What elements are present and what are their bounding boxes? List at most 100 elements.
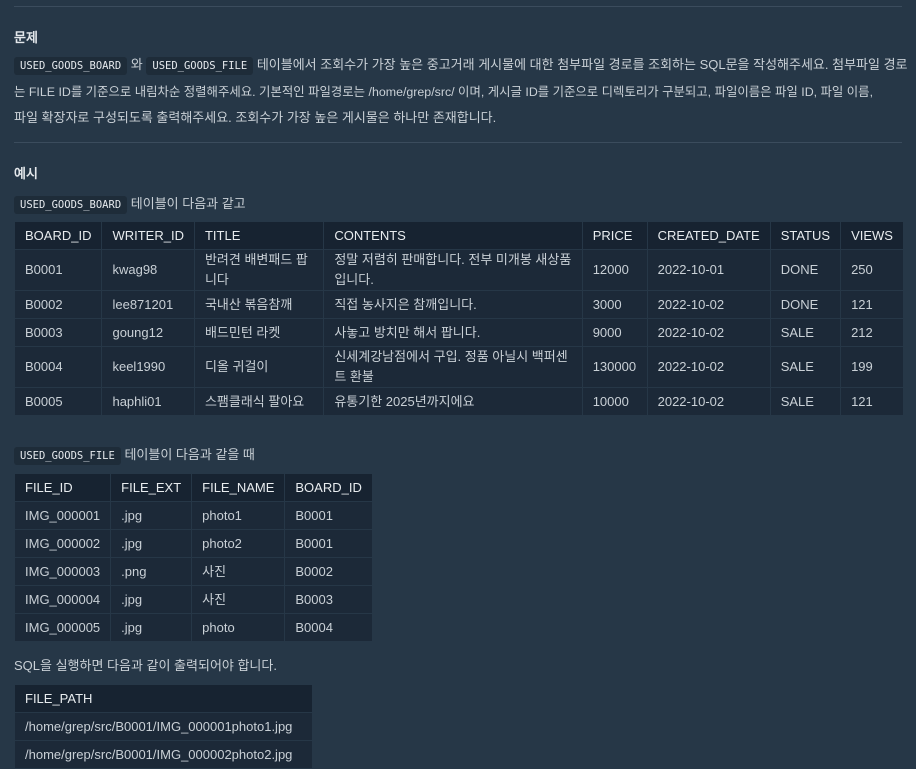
table-cell: 직접 농사지은 참깨입니다. [323,290,583,319]
table-row: IMG_000005 .jpg photo B0004 [13,613,373,642]
and-word: 와 [130,57,143,72]
table-cell: /home/grep/src/B0001/IMG_000001photo1.jp… [14,712,313,741]
table-cell: 130000 [581,346,648,388]
problem-description: USED_GOODS_BOARD 와 USED_GOODS_FILE 테이블에서… [14,52,908,131]
table-cell: 2022-10-01 [646,249,771,291]
table-cell: 121 [840,290,904,319]
table-cell: 10000 [581,387,648,416]
table-cell: 12000 [581,249,648,291]
board-col-header: TITLE [193,221,325,250]
table-cell: 2022-10-02 [646,387,771,416]
board-table-intro: USED_GOODS_BOARD 테이블이 다음과 같고 [14,193,246,214]
table-cell: photo1 [191,501,286,530]
problem-heading: 문제 [14,30,38,45]
table-row: IMG_000004 .jpg 사진 B0003 [13,585,373,614]
board-col-header: CONTENTS [323,221,583,250]
example-heading: 예시 [14,166,38,181]
board-col-header: PRICE [581,221,648,250]
board-col-header: STATUS [769,221,842,250]
table-cell: .jpg [110,501,193,530]
table-row: B0005 haphli01 스팸클래식 팔아요 유통기한 2025년까지에요 … [13,387,904,416]
table-cell: 디올 귀걸이 [193,346,325,388]
table-cell: 국내산 볶음참깨 [193,290,325,319]
table-cell: 스팸클래식 팔아요 [193,387,325,416]
table-name-file-code: USED_GOODS_FILE [146,57,254,75]
board-col-header: WRITER_ID [101,221,195,250]
table-cell: /home/grep/src/B0001/IMG_000002photo2.jp… [14,740,313,769]
table-cell: .png [110,557,193,586]
file-col-header: FILE_EXT [110,473,193,502]
table-cell: B0004 [284,613,373,642]
description-text-1: 테이블에서 조회수가 가장 높은 중고거래 게시물에 대한 첨부파일 경로를 조… [256,57,908,72]
table-cell: 2022-10-02 [646,318,771,347]
file-table: FILE_ID FILE_EXT FILE_NAME BOARD_ID IMG_… [13,473,373,642]
table-cell: .jpg [110,613,193,642]
file-intro-text: 테이블이 다음과 같을 때 [124,447,255,462]
table-cell: B0005 [13,387,103,416]
board-col-header: VIEWS [840,221,904,250]
table-cell: 2022-10-02 [646,346,771,388]
table-cell: B0003 [13,318,103,347]
board-col-header: BOARD_ID [13,221,103,250]
table-cell: B0002 [13,290,103,319]
table-row: IMG_000002 .jpg photo2 B0001 [13,529,373,558]
table-cell: SALE [769,318,842,347]
table-cell: DONE [769,290,842,319]
description-line-3: 파일 확장자로 구성되도록 출력해주세요. 조회수가 가장 높은 게시물은 하나… [14,110,497,125]
table-row: B0001 kwag98 반려견 배변패드 팝니다 정말 저렴히 판매합니다. … [13,249,904,291]
table-cell: photo [191,613,286,642]
section-divider [14,142,902,143]
table-cell: 유통기한 2025년까지에요 [323,387,583,416]
table-cell: 199 [840,346,904,388]
top-divider [14,6,902,7]
table-cell: IMG_000004 [13,585,112,614]
table-row: /home/grep/src/B0001/IMG_000001photo1.jp… [14,712,313,741]
file-table-intro: USED_GOODS_FILE 테이블이 다음과 같을 때 [14,444,255,465]
table-row: /home/grep/src/B0001/IMG_000002photo2.jp… [14,740,313,769]
file-table-header-row: FILE_ID FILE_EXT FILE_NAME BOARD_ID [13,473,373,502]
table-cell: IMG_000002 [13,529,112,558]
description-line-2: 는 FILE ID를 기준으로 내림차순 정렬해주세요. 기본적인 파일경로는 … [14,85,874,99]
table-row: B0003 goung12 배드민턴 라켓 사놓고 방치만 해서 팝니다. 90… [13,318,904,347]
table-cell: B0001 [284,501,373,530]
file-col-header: BOARD_ID [284,473,373,502]
result-col-header: FILE_PATH [14,684,313,713]
description-line-1: USED_GOODS_BOARD 와 USED_GOODS_FILE 테이블에서… [14,52,908,79]
table-cell: B0001 [13,249,103,291]
board-intro-code: USED_GOODS_BOARD [14,196,128,214]
table-cell: 212 [840,318,904,347]
result-table: FILE_PATH /home/grep/src/B0001/IMG_00000… [14,684,313,769]
table-cell: lee871201 [101,290,195,319]
table-cell: .jpg [110,529,193,558]
table-row: B0004 keel1990 디올 귀걸이 신세계강남점에서 구입. 정품 아닐… [13,346,904,388]
file-intro-code: USED_GOODS_FILE [14,447,121,465]
table-cell: 9000 [581,318,648,347]
table-cell: .jpg [110,585,193,614]
table-cell: 2022-10-02 [646,290,771,319]
table-cell: 3000 [581,290,648,319]
table-cell: DONE [769,249,842,291]
board-col-header: CREATED_DATE [646,221,771,250]
table-cell: B0003 [284,585,373,614]
table-row: IMG_000003 .png 사진 B0002 [13,557,373,586]
table-cell: goung12 [101,318,195,347]
table-cell: 250 [840,249,904,291]
table-cell: kwag98 [101,249,195,291]
table-cell: IMG_000005 [13,613,112,642]
result-table-header-row: FILE_PATH [14,684,313,713]
table-cell: SALE [769,387,842,416]
table-cell: 사진 [191,585,286,614]
table-cell: B0002 [284,557,373,586]
table-cell: IMG_000001 [13,501,112,530]
table-cell: photo2 [191,529,286,558]
table-row: B0002 lee871201 국내산 볶음참깨 직접 농사지은 참깨입니다. … [13,290,904,319]
problem-page: 문제 USED_GOODS_BOARD 와 USED_GOODS_FILE 테이… [0,0,916,769]
board-table: BOARD_ID WRITER_ID TITLE CONTENTS PRICE … [13,221,904,416]
table-cell: 반려견 배변패드 팝니다 [193,249,325,291]
result-intro: SQL을 실행하면 다음과 같이 출력되어야 합니다. [14,658,277,673]
table-cell: SALE [769,346,842,388]
table-cell: 121 [840,387,904,416]
board-intro-text: 테이블이 다음과 같고 [130,196,246,211]
table-cell: B0001 [284,529,373,558]
table-row: IMG_000001 .jpg photo1 B0001 [13,501,373,530]
